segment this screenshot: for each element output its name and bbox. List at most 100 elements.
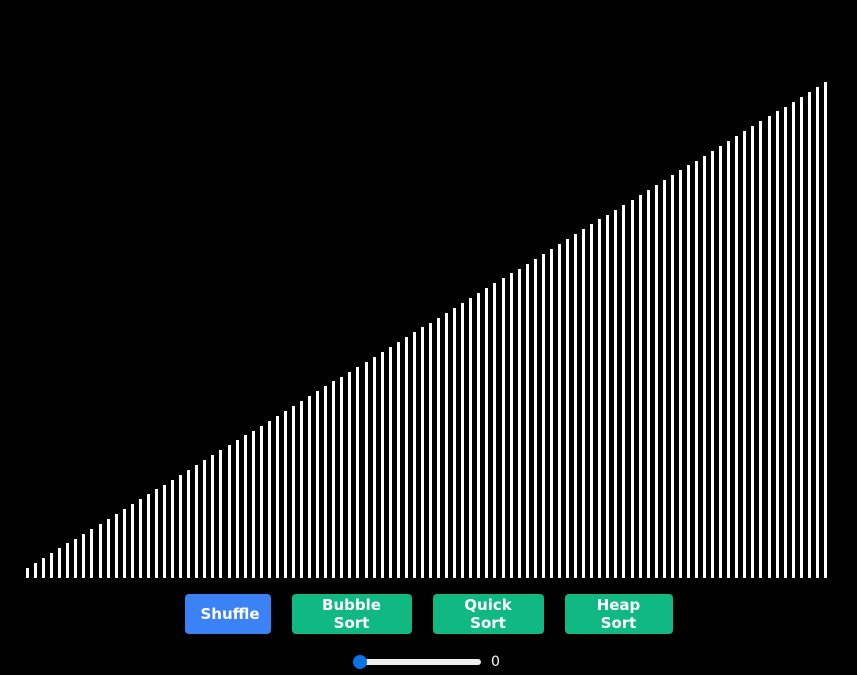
array-bar [316, 391, 320, 578]
array-bar [138, 499, 142, 578]
array-bar [791, 101, 795, 578]
array-bar [517, 268, 521, 578]
array-bar [171, 479, 175, 578]
array-bar [82, 533, 86, 578]
array-bar [300, 401, 304, 578]
array-bar [590, 224, 594, 578]
array-bar [396, 342, 400, 578]
array-bar [163, 484, 167, 578]
array-bar [557, 244, 561, 578]
array-bar [211, 455, 215, 578]
array-bar [243, 435, 247, 578]
array-bar [815, 86, 819, 578]
speed-slider[interactable] [353, 654, 482, 670]
array-bar [251, 430, 255, 578]
array-bar [308, 396, 312, 578]
array-bar [90, 528, 94, 578]
array-bar [34, 563, 38, 578]
array-bar [533, 258, 537, 578]
array-bar [106, 518, 110, 578]
array-bar [114, 514, 118, 578]
array-bar [42, 558, 46, 578]
array-bar [372, 356, 376, 578]
array-bar [549, 248, 553, 578]
array-bar [259, 425, 263, 578]
array-bar [501, 278, 505, 578]
array-bar [509, 273, 513, 578]
array-bar [566, 239, 570, 578]
array-bar [445, 312, 449, 578]
array-bar [58, 548, 62, 578]
array-bar [735, 136, 739, 578]
array-bar [686, 165, 690, 578]
controls-toolbar: Shuffle Bubble Sort Quick Sort Heap Sort [0, 594, 857, 634]
array-bar [179, 474, 183, 578]
array-bar [654, 185, 658, 578]
array-bar [525, 263, 529, 578]
array-bar [26, 568, 29, 578]
array-bar [146, 494, 150, 578]
array-bar [66, 543, 70, 578]
speed-value: 0 [491, 654, 500, 670]
slider-track[interactable] [353, 659, 482, 665]
array-bar [420, 327, 424, 578]
array-bar [130, 504, 134, 578]
array-bar [404, 337, 408, 578]
array-bar [622, 204, 626, 578]
array-bar [195, 464, 199, 578]
array-bar [219, 450, 223, 578]
array-bar [356, 366, 360, 578]
array-bar [203, 460, 207, 578]
array-bar [154, 489, 158, 578]
bubble-sort-button[interactable]: Bubble Sort [291, 594, 412, 634]
array-bar [719, 145, 723, 578]
array-bar [74, 538, 78, 578]
array-visualizer [0, 0, 857, 580]
array-bar [711, 150, 715, 578]
array-bar [743, 131, 747, 578]
array-bar [694, 160, 698, 578]
array-bar [574, 234, 578, 578]
array-bar [437, 317, 441, 578]
array-bar [751, 126, 755, 578]
array-bar [630, 199, 634, 578]
array-bar [783, 106, 787, 578]
array-bar [662, 180, 666, 578]
array-bar [267, 420, 271, 578]
array-bar [799, 96, 803, 578]
array-bar [493, 283, 497, 578]
quick-sort-button[interactable]: Quick Sort [432, 594, 544, 634]
array-bar [759, 121, 763, 578]
array-bar [453, 307, 457, 578]
array-bar [477, 293, 481, 578]
array-bar [275, 415, 279, 578]
array-bar [340, 376, 344, 578]
array-bar [598, 219, 602, 578]
array-bar [98, 523, 102, 578]
array-bar [541, 253, 545, 578]
array-bar [485, 288, 489, 578]
array-bar [429, 322, 432, 578]
bar-chart [26, 0, 827, 578]
array-bar [670, 175, 674, 578]
array-bar [582, 229, 586, 578]
array-bar [122, 509, 126, 578]
array-bar [50, 553, 54, 578]
array-bar [646, 190, 650, 578]
array-bar [324, 386, 328, 578]
array-bar [638, 194, 642, 578]
shuffle-button[interactable]: Shuffle [184, 594, 271, 634]
array-bar [291, 406, 295, 578]
array-bar [332, 381, 336, 578]
slider-thumb[interactable] [353, 655, 368, 669]
array-bar [283, 410, 287, 578]
array-bar [823, 82, 827, 578]
heap-sort-button[interactable]: Heap Sort [564, 594, 673, 634]
array-bar [767, 116, 771, 578]
speed-control: 0 [0, 650, 857, 674]
array-bar [703, 155, 707, 578]
array-bar [727, 140, 731, 578]
array-bar [807, 91, 811, 578]
array-bar [412, 332, 416, 578]
array-bar [235, 440, 239, 578]
